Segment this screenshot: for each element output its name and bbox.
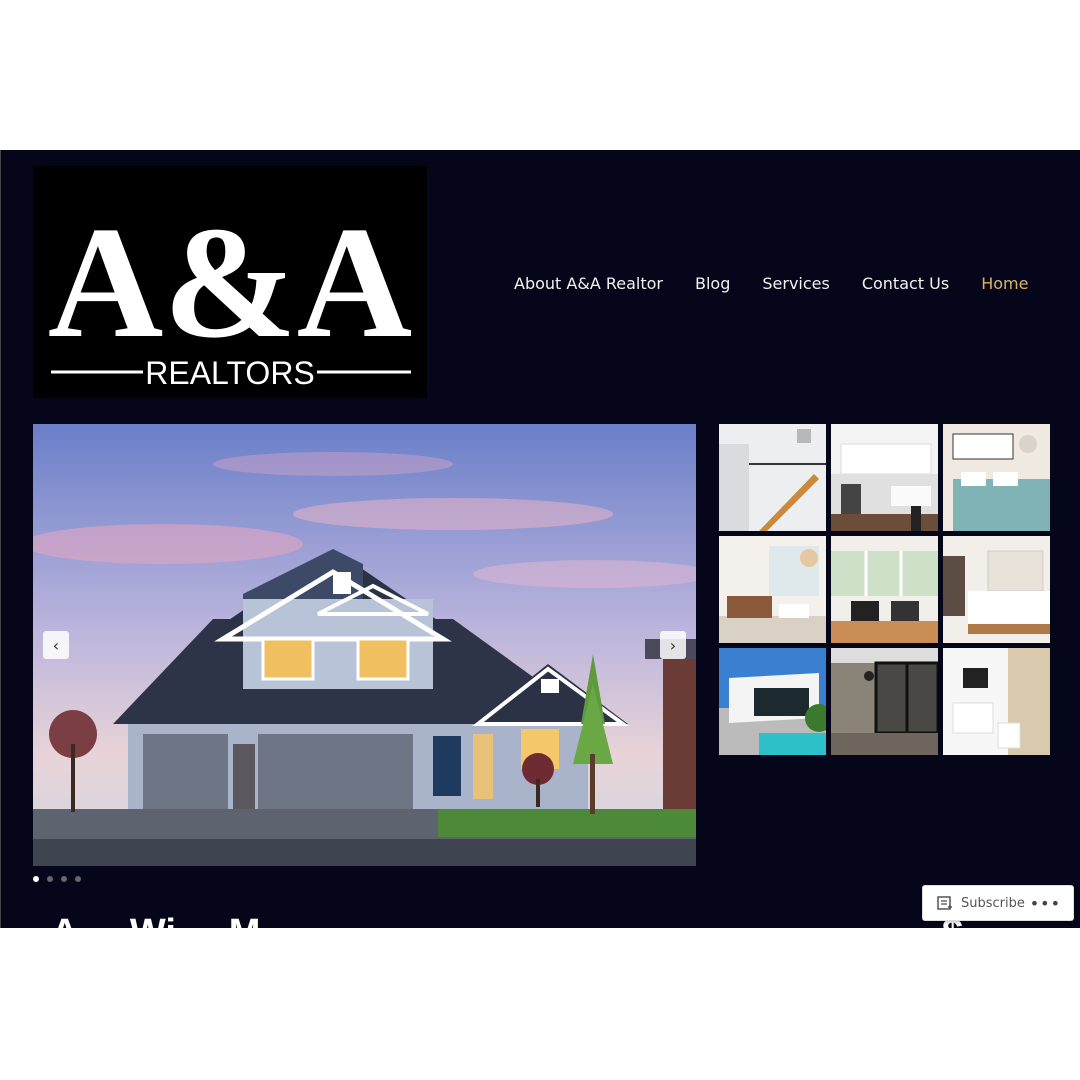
site-window: A&A REALTORS About A&A Realtor Blog Serv… [0,150,1080,928]
hero-slider[interactable]: ‹ › [33,424,696,866]
subscribe-button[interactable]: Subscribe [923,896,1025,911]
gallery-thumb-glass-office[interactable] [831,648,938,755]
subscribe-bar: Subscribe ••• [922,885,1074,921]
slider-prev-button[interactable]: ‹ [43,631,69,659]
gallery-thumb-living-room[interactable] [719,536,826,643]
subscribe-label: Subscribe [961,895,1025,911]
gallery-thumb-lounge[interactable] [831,536,938,643]
slider-dot[interactable] [75,876,81,882]
main-nav: About A&A Realtor Blog Services Contact … [514,274,1028,293]
nav-about[interactable]: About A&A Realtor [514,274,663,293]
logo-mark: A&A REALTORS [33,166,427,398]
gallery-thumb-bathroom[interactable] [943,648,1050,755]
house-photo [33,424,696,866]
logo-letters: A&A [48,193,412,371]
more-options-icon[interactable]: ••• [1030,894,1061,913]
slider-dot[interactable] [33,876,39,882]
gallery-thumb-bedroom[interactable] [943,424,1050,531]
logo[interactable]: A&A REALTORS [33,166,427,398]
gallery-grid [719,424,1051,755]
nav-contact[interactable]: Contact Us [862,274,949,293]
slider-dot[interactable] [47,876,53,882]
logo-subtitle: REALTORS [145,355,315,391]
nav-services[interactable]: Services [762,274,829,293]
reader-icon [937,896,952,910]
slider-dot[interactable] [61,876,67,882]
nav-home[interactable]: Home [981,274,1028,293]
slider-next-button[interactable]: › [660,631,686,659]
gallery-thumb-kitchen[interactable] [831,424,938,531]
nav-blog[interactable]: Blog [695,274,730,293]
gallery-thumb-master-bedroom[interactable] [943,536,1050,643]
gallery-thumb-pool-house[interactable] [719,648,826,755]
slider-dots [33,876,81,882]
gallery-thumb-stairway[interactable] [719,424,826,531]
listing-title: A ... Wi ... M ... [51,912,303,928]
